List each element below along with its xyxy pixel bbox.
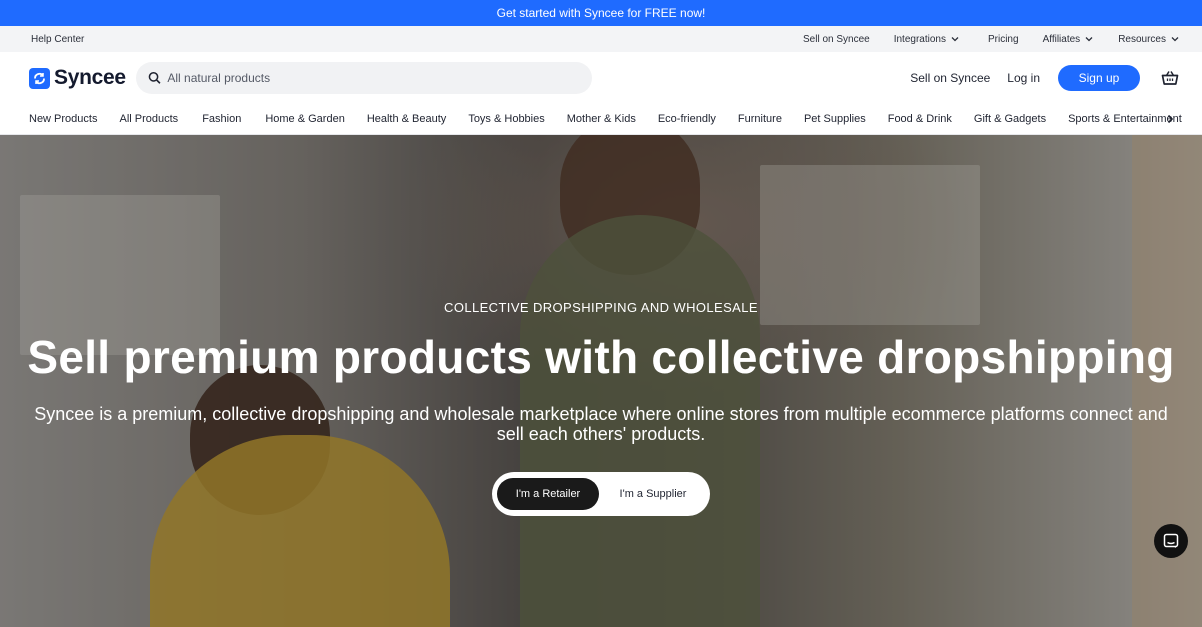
category-fashion[interactable]: Fashion [202, 113, 241, 125]
cart-button[interactable] [1160, 68, 1180, 88]
syncee-logo-icon [29, 67, 50, 89]
category-all-products[interactable]: All Products [119, 113, 178, 125]
header-actions: Sell on Syncee Log in Sign up [910, 65, 1180, 91]
utility-link-integrations[interactable]: Integrations [894, 34, 960, 45]
utility-link-label: Sell on Syncee [803, 33, 870, 45]
chevron-down-icon [1085, 37, 1093, 42]
utility-link-label: Integrations [893, 33, 946, 45]
category-mother-kids[interactable]: Mother & Kids [567, 113, 636, 125]
search-input[interactable] [167, 71, 580, 85]
utility-bar: Help Center Sell on Syncee Integrations … [0, 26, 1202, 52]
logo-text: Syncee [54, 66, 126, 89]
category-new-products[interactable]: New Products [29, 113, 97, 125]
chevron-down-icon [1171, 37, 1179, 42]
category-eco-friendly[interactable]: Eco-friendly [658, 113, 716, 125]
signup-button[interactable]: Sign up [1058, 65, 1140, 91]
chat-icon [1163, 533, 1179, 548]
role-toggle: I'm a Retailer I'm a Supplier [492, 472, 710, 516]
category-health-beauty[interactable]: Health & Beauty [367, 113, 447, 125]
chevron-down-icon [951, 37, 959, 42]
hero-subtitle: Syncee is a premium, collective dropship… [34, 404, 1168, 444]
category-nav: New Products All Products Fashion Home &… [0, 104, 1202, 135]
utility-link-sell[interactable]: Sell on Syncee [803, 34, 870, 45]
category-gift-gadgets[interactable]: Gift & Gadgets [974, 113, 1046, 125]
help-center-link[interactable]: Help Center [31, 34, 84, 45]
category-pet-supplies[interactable]: Pet Supplies [804, 113, 866, 125]
chat-button[interactable] [1154, 524, 1188, 558]
main-header: Syncee Sell on Syncee Log in Sign up [0, 52, 1202, 104]
utility-link-label: Affiliates [1042, 33, 1081, 45]
search-bar[interactable] [136, 62, 592, 94]
utility-link-pricing[interactable]: Pricing [988, 34, 1019, 45]
retailer-button[interactable]: I'm a Retailer [497, 478, 599, 510]
basket-icon [1161, 71, 1179, 85]
promo-banner[interactable]: Get started with Syncee for FREE now! [0, 0, 1202, 26]
promo-text[interactable]: Get started with Syncee for FREE now! [497, 6, 706, 20]
search-icon[interactable] [148, 71, 161, 85]
category-toys-hobbies[interactable]: Toys & Hobbies [468, 113, 544, 125]
logo[interactable]: Syncee [29, 66, 136, 90]
utility-link-label: Pricing [987, 33, 1019, 45]
hero-eyebrow: COLLECTIVE DROPSHIPPING AND WHOLESALE [444, 300, 758, 315]
utility-link-affiliates[interactable]: Affiliates [1043, 34, 1095, 45]
login-link[interactable]: Log in [1007, 71, 1040, 85]
hero-headline: Sell premium products with collective dr… [27, 331, 1175, 383]
category-home-garden[interactable]: Home & Garden [265, 113, 344, 125]
utility-link-resources[interactable]: Resources [1118, 34, 1180, 45]
category-food-drink[interactable]: Food & Drink [888, 113, 952, 125]
utility-link-label: Resources [1118, 33, 1166, 45]
hero-section: COLLECTIVE DROPSHIPPING AND WHOLESALE Se… [0, 135, 1202, 627]
category-furniture[interactable]: Furniture [738, 113, 782, 125]
sell-on-syncee-link[interactable]: Sell on Syncee [910, 71, 990, 85]
chevron-right-icon[interactable] [1164, 113, 1176, 125]
supplier-button[interactable]: I'm a Supplier [603, 478, 703, 510]
hero-content: COLLECTIVE DROPSHIPPING AND WHOLESALE Se… [0, 135, 1202, 627]
